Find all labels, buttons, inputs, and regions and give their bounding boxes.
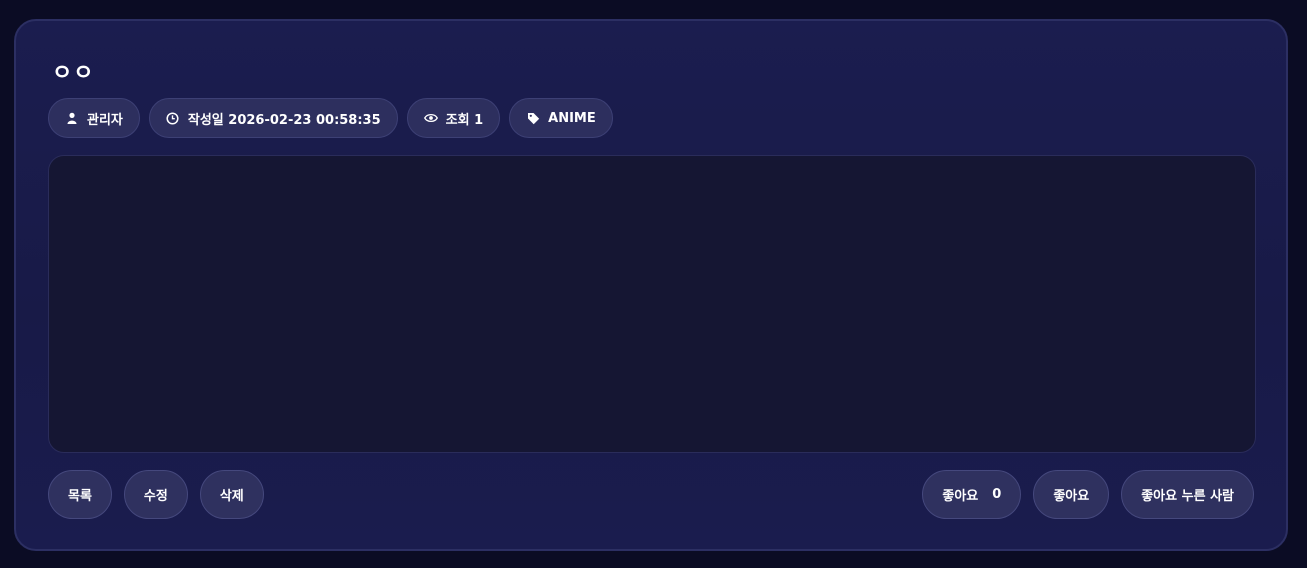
post-actions-right: 좋아요 0 좋아요 좋아요 누른 사람 (922, 470, 1254, 519)
category-badge[interactable]: ANIME (509, 98, 613, 138)
category-label: ANIME (548, 110, 596, 126)
post-title: ㅇㅇ (52, 61, 95, 86)
author-badge: 관리자 (48, 98, 140, 138)
tag-icon (526, 111, 540, 125)
created-date: 작성일 2026-02-23 00:58:35 (187, 112, 381, 128)
views-badge: 조회 1 (406, 98, 501, 138)
like-count: 0 (992, 487, 1002, 502)
like-button[interactable]: 좋아요 (1033, 470, 1110, 519)
user-icon (65, 111, 79, 125)
likers-button[interactable]: 좋아요 누른 사람 (1121, 470, 1254, 519)
like-count-label: 좋아요 (942, 489, 979, 504)
list-button[interactable]: 목록 (48, 470, 112, 519)
eye-icon (423, 111, 438, 125)
post-actions-left: 목록 수정 삭제 (48, 470, 264, 519)
post-card: ㅇㅇ 관리자 작성일 2026-02-23 00:58:35 조회 1 ANIM… (14, 19, 1288, 551)
clock-icon (166, 111, 180, 125)
edit-button[interactable]: 수정 (123, 470, 188, 519)
post-body (48, 155, 1256, 453)
author-name: 관리자 (87, 112, 123, 128)
post-meta: 관리자 작성일 2026-02-23 00:58:35 조회 1 ANIME (48, 98, 613, 138)
like-count-display: 좋아요 0 (922, 470, 1022, 519)
views-count: 조회 1 (445, 112, 484, 128)
delete-button[interactable]: 삭제 (199, 470, 264, 519)
created-date-badge: 작성일 2026-02-23 00:58:35 (148, 98, 398, 138)
